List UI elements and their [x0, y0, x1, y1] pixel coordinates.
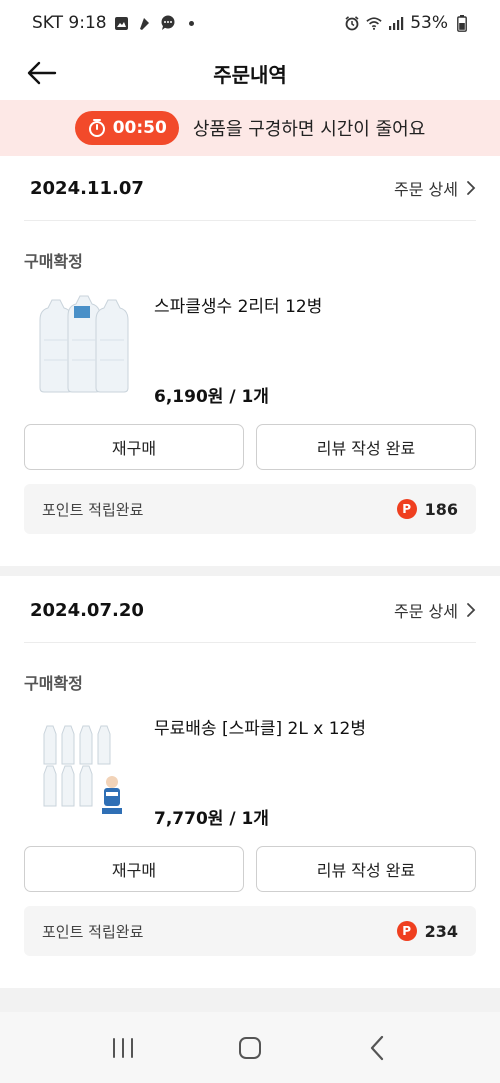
product-name[interactable]: 스파클생수 2리터 12병 — [154, 292, 322, 317]
chat-icon — [160, 15, 176, 31]
divider — [24, 642, 476, 643]
order-card: 2024.07.20 주문 상세 구매확정 무료배송 [스파클] 2L x 12… — [0, 578, 500, 988]
system-back-icon — [370, 1035, 383, 1060]
page-title: 주문내역 — [213, 62, 287, 87]
timer-pill: 00:50 — [74, 111, 179, 145]
status-left: SKT 9:18 — [32, 13, 194, 33]
section-divider — [0, 566, 500, 576]
order-detail-link[interactable]: 주문 상세 — [394, 598, 476, 622]
order-date: 2024.11.07 — [30, 177, 144, 199]
signal-icon — [388, 15, 404, 31]
order-detail-link[interactable]: 주문 상세 — [394, 176, 476, 200]
product-price: 6,190원 / 1개 — [154, 387, 269, 407]
order-card: 2024.11.07 주문 상세 구매확정 스파클생수 2리터 12병 6,19… — [0, 156, 500, 566]
back-button[interactable] — [22, 56, 62, 90]
gallery-icon — [114, 15, 130, 31]
home-icon — [238, 1036, 261, 1059]
review-complete-button[interactable]: 리뷰 작성 완료 — [256, 846, 476, 892]
recent-apps-icon — [113, 1037, 134, 1058]
more-notifications-dot-icon — [188, 20, 194, 26]
points-value: 186 — [424, 499, 458, 519]
home-button[interactable] — [225, 1028, 275, 1068]
order-detail-label: 주문 상세 — [394, 180, 458, 199]
order-status: 구매확정 — [24, 252, 83, 271]
status-right: 53% — [344, 13, 470, 33]
battery-icon — [454, 14, 470, 32]
carrier-time: SKT 9:18 — [32, 13, 107, 33]
rebuy-button[interactable]: 재구매 — [24, 424, 244, 470]
order-date: 2024.07.20 — [30, 599, 144, 621]
product-thumbnail[interactable] — [30, 712, 138, 820]
wifi-icon — [366, 15, 382, 31]
chevron-right-icon — [467, 181, 476, 195]
battery-percent: 53% — [410, 13, 448, 33]
back-arrow-icon — [27, 61, 57, 85]
water-bottles-image-icon — [30, 290, 138, 398]
banner-message: 상품을 구경하면 시간이 줄어요 — [192, 119, 426, 140]
chevron-right-icon — [467, 603, 476, 617]
divider — [24, 220, 476, 221]
notification-icon — [137, 15, 153, 31]
order-header: 2024.11.07 주문 상세 — [30, 156, 476, 220]
points-summary: 포인트 적립완료 P 234 — [24, 906, 476, 956]
app-header: 주문내역 — [0, 46, 500, 100]
points-value-group: P 186 — [396, 499, 458, 519]
point-p-icon: P — [396, 921, 417, 941]
stopwatch-icon — [88, 119, 105, 137]
points-value-group: P 234 — [396, 921, 458, 941]
status-bar: SKT 9:18 53% — [0, 0, 500, 46]
points-label: 포인트 적립완료 — [42, 922, 144, 941]
order-detail-label: 주문 상세 — [394, 602, 458, 621]
recent-apps-button[interactable] — [98, 1028, 148, 1068]
timer-banner[interactable]: 00:50 상품을 구경하면 시간이 줄어요 — [0, 100, 500, 156]
review-complete-button[interactable]: 리뷰 작성 완료 — [256, 424, 476, 470]
rebuy-button[interactable]: 재구매 — [24, 846, 244, 892]
alarm-icon — [344, 15, 360, 31]
product-thumbnail[interactable] — [30, 290, 138, 398]
order-header: 2024.07.20 주문 상세 — [30, 578, 476, 642]
product-price: 7,770원 / 1개 — [154, 809, 269, 829]
points-label: 포인트 적립완료 — [42, 500, 144, 519]
system-back-button[interactable] — [352, 1028, 402, 1068]
points-summary: 포인트 적립완료 P 186 — [24, 484, 476, 534]
points-value: 234 — [424, 921, 458, 941]
water-bottles-image-icon — [30, 712, 138, 820]
product-name[interactable]: 무료배송 [스파클] 2L x 12병 — [154, 714, 366, 739]
order-status: 구매확정 — [24, 674, 83, 693]
point-p-icon: P — [396, 499, 417, 519]
section-divider — [0, 988, 500, 1012]
timer-value: 00:50 — [112, 118, 167, 138]
system-nav-bar — [0, 1012, 500, 1083]
